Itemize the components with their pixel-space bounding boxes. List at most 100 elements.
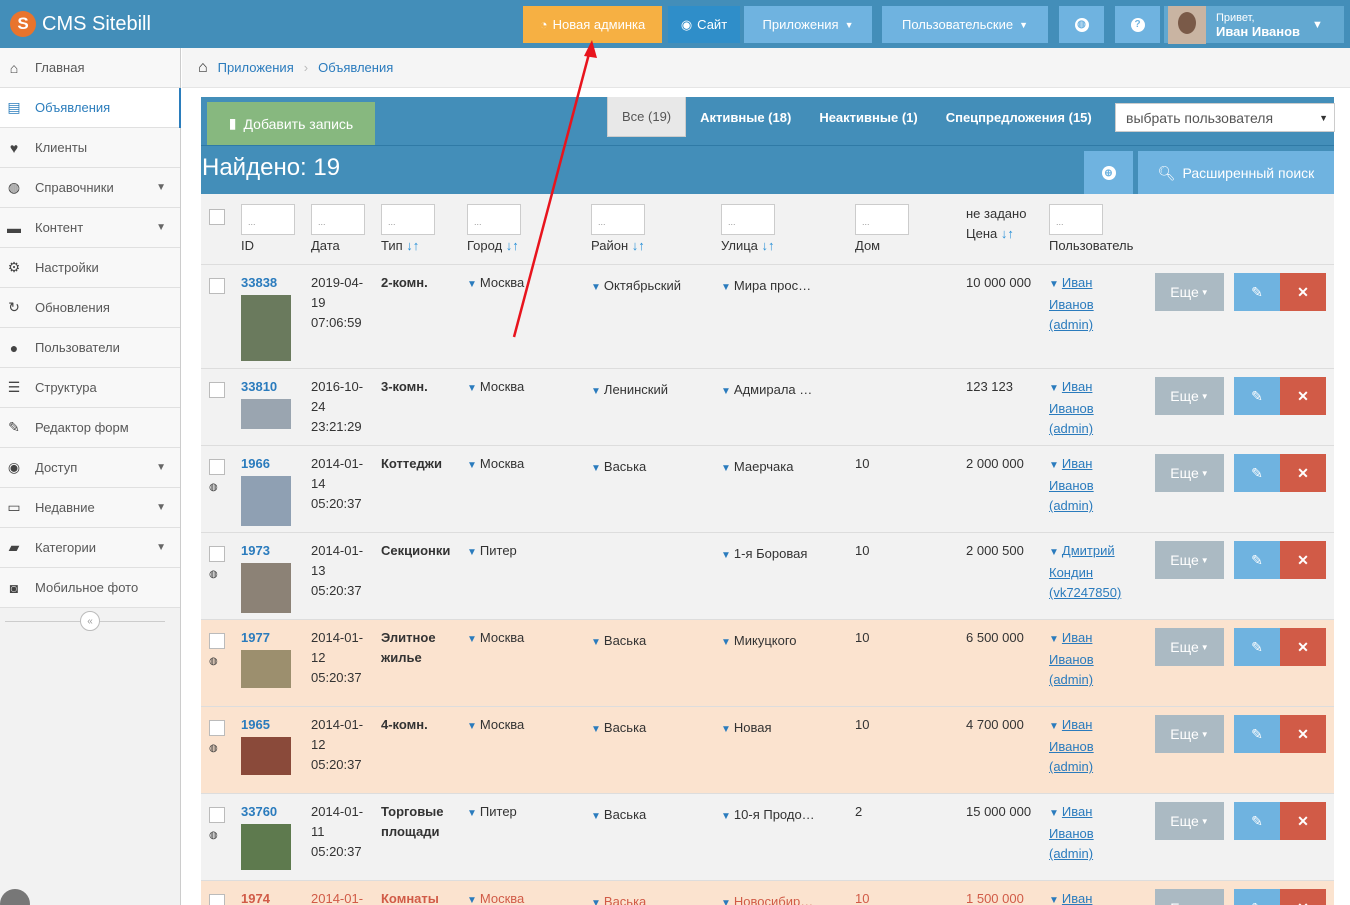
profile-menu[interactable]: Привет, Иван Иванов ▼ (1164, 5, 1344, 44)
user-filter[interactable]: ... (1049, 204, 1103, 235)
user-cell[interactable]: ▼ Дмитрий Кондин (vk7247850) (1049, 541, 1121, 603)
row-checkbox[interactable] (209, 894, 225, 905)
brand[interactable]: S CMS Sitebill (10, 10, 151, 38)
listing-id-link[interactable]: 33810 (241, 377, 277, 397)
city-cell[interactable]: ▼ Москва (467, 628, 524, 650)
listing-thumbnail[interactable] (241, 399, 291, 429)
header-city[interactable]: Город ↓↑ (467, 238, 519, 253)
tab-active[interactable]: Активные (18) (686, 97, 805, 137)
user-link-line[interactable]: Иванов (1049, 297, 1094, 312)
user-link-line[interactable]: (admin) (1049, 317, 1093, 332)
row-checkbox[interactable] (209, 807, 225, 823)
listing-thumbnail[interactable] (241, 824, 291, 870)
toggle-columns-button[interactable]: ⊕ (1084, 151, 1133, 195)
date-filter[interactable]: ... (311, 204, 365, 235)
listing-id-link[interactable]: 1973 (241, 541, 270, 561)
edit-button[interactable]: ✎ (1234, 377, 1280, 415)
type-filter[interactable]: ... (381, 204, 435, 235)
district-cell[interactable]: ▼ Ленинский (591, 380, 668, 402)
sidebar-item-2[interactable]: ♥ Клиенты (0, 128, 180, 168)
delete-button[interactable]: ✕ (1280, 377, 1326, 415)
user-cell[interactable]: ▼ Иван Иванов (admin) (1049, 802, 1094, 864)
user-link-line[interactable]: (admin) (1049, 846, 1093, 861)
apps-menu[interactable]: Приложения ▼ (744, 6, 872, 43)
listing-id-link[interactable]: 1977 (241, 628, 270, 648)
user-cell[interactable]: ▼ Иван Иванов (admin) (1049, 377, 1094, 439)
delete-button[interactable]: ✕ (1280, 273, 1326, 311)
edit-button[interactable]: ✎ (1234, 802, 1280, 840)
header-street[interactable]: Улица ↓↑ (721, 238, 775, 253)
tab-all[interactable]: Все (19) (607, 97, 687, 137)
sort-arrows-icon[interactable]: ↓↑ (632, 238, 645, 253)
user-cell[interactable]: ▼ Иван Иванов (admin) (1049, 628, 1094, 690)
more-button[interactable]: Еще▼ (1155, 715, 1224, 753)
user-cell[interactable]: ▼ Иван Иванов (admin) (1049, 454, 1094, 516)
sidebar-item-7[interactable]: ● Пользователи (0, 328, 180, 368)
sidebar-item-11[interactable]: ▭ Недавние ▼ (0, 488, 180, 528)
sort-arrows-icon[interactable]: ↓↑ (406, 238, 419, 253)
sidebar-item-9[interactable]: ✎ Редактор форм (0, 408, 180, 448)
add-record-button[interactable]: ▮ Добавить запись (207, 102, 375, 145)
user-link-line[interactable]: Иванов (1049, 739, 1094, 754)
street-cell[interactable]: ▼ Маерчака (721, 457, 794, 479)
user-link-line[interactable]: (admin) (1049, 421, 1093, 436)
user-cell[interactable]: ▼ Иван Иванов (admin) (1049, 715, 1094, 777)
more-button[interactable]: Еще▼ (1155, 802, 1224, 840)
user-link-line[interactable]: Иван (1062, 275, 1093, 290)
user-link-line[interactable]: Иванов (1049, 652, 1094, 667)
user-cell[interactable]: ▼ Иван (1049, 889, 1092, 905)
sidebar-item-4[interactable]: ▬ Контент ▼ (0, 208, 180, 248)
listing-thumbnail[interactable] (241, 476, 291, 526)
user-link-line[interactable]: Иванов (1049, 401, 1094, 416)
user-link-line[interactable]: Иван (1062, 379, 1093, 394)
delete-button[interactable]: ✕ (1280, 541, 1326, 579)
street-cell[interactable]: ▼ Микуцкого (721, 631, 797, 653)
city-cell[interactable]: ▼ Москва (467, 715, 524, 737)
delete-button[interactable]: ✕ (1280, 454, 1326, 492)
user-link-line[interactable]: Дмитрий (1062, 543, 1115, 558)
house-filter[interactable]: ... (855, 204, 909, 235)
sidebar-item-5[interactable]: ⚙ Настройки (0, 248, 180, 288)
row-checkbox[interactable] (209, 278, 225, 294)
edit-button[interactable]: ✎ (1234, 541, 1280, 579)
row-checkbox[interactable] (209, 382, 225, 398)
street-cell[interactable]: ▼ Адмирала … (721, 380, 812, 402)
user-link-line[interactable]: (admin) (1049, 759, 1093, 774)
city-cell[interactable]: ▼ Питер (467, 802, 517, 824)
edit-button[interactable]: ✎ (1234, 628, 1280, 666)
delete-button[interactable]: ✕ (1280, 628, 1326, 666)
street-filter[interactable]: ... (721, 204, 775, 235)
home-icon[interactable]: ⌂ (198, 59, 208, 77)
edit-button[interactable]: ✎ (1234, 889, 1280, 905)
sort-arrows-icon[interactable]: ↓↑ (1001, 226, 1014, 241)
sort-arrows-icon[interactable]: ↓↑ (506, 238, 519, 253)
more-button[interactable]: Еще▼ (1155, 377, 1224, 415)
tab-special[interactable]: Спецпредложения (15) (932, 97, 1106, 137)
more-button[interactable]: Еще▼ (1155, 273, 1224, 311)
user-link-line[interactable]: (admin) (1049, 498, 1093, 513)
sort-arrows-icon[interactable]: ↓↑ (762, 238, 775, 253)
header-price[interactable]: Цена ↓↑ (966, 226, 1014, 241)
city-cell[interactable]: ▼ Москва (467, 889, 524, 905)
street-cell[interactable]: ▼ 1-я Боровая (721, 544, 807, 566)
listing-thumbnail[interactable] (241, 295, 291, 361)
street-cell[interactable]: ▼ Новая (721, 718, 772, 740)
edit-button[interactable]: ✎ (1234, 715, 1280, 753)
more-button[interactable]: Еще▼ (1155, 889, 1224, 905)
header-district[interactable]: Район ↓↑ (591, 238, 645, 253)
district-cell[interactable]: ▼ Васька (591, 718, 646, 740)
sidebar-item-12[interactable]: ▰ Категории ▼ (0, 528, 180, 568)
breadcrumb-listings[interactable]: Объявления (318, 60, 393, 75)
user-link-line[interactable]: (vk7247850) (1049, 585, 1121, 600)
user-link-line[interactable]: Иванов (1049, 826, 1094, 841)
city-filter[interactable]: ... (467, 204, 521, 235)
street-cell[interactable]: ▼ Мира прос… (721, 276, 811, 298)
district-cell[interactable]: ▼ Октябрьский (591, 276, 681, 298)
listing-id-link[interactable]: 33838 (241, 273, 277, 293)
district-cell[interactable]: ▼ Васька (591, 457, 646, 479)
row-checkbox[interactable] (209, 459, 225, 475)
edit-button[interactable]: ✎ (1234, 273, 1280, 311)
user-link-line[interactable]: (admin) (1049, 672, 1093, 687)
sidebar-item-1[interactable]: ▤ Объявления (0, 88, 181, 128)
sidebar-item-8[interactable]: ☰ Структура (0, 368, 180, 408)
